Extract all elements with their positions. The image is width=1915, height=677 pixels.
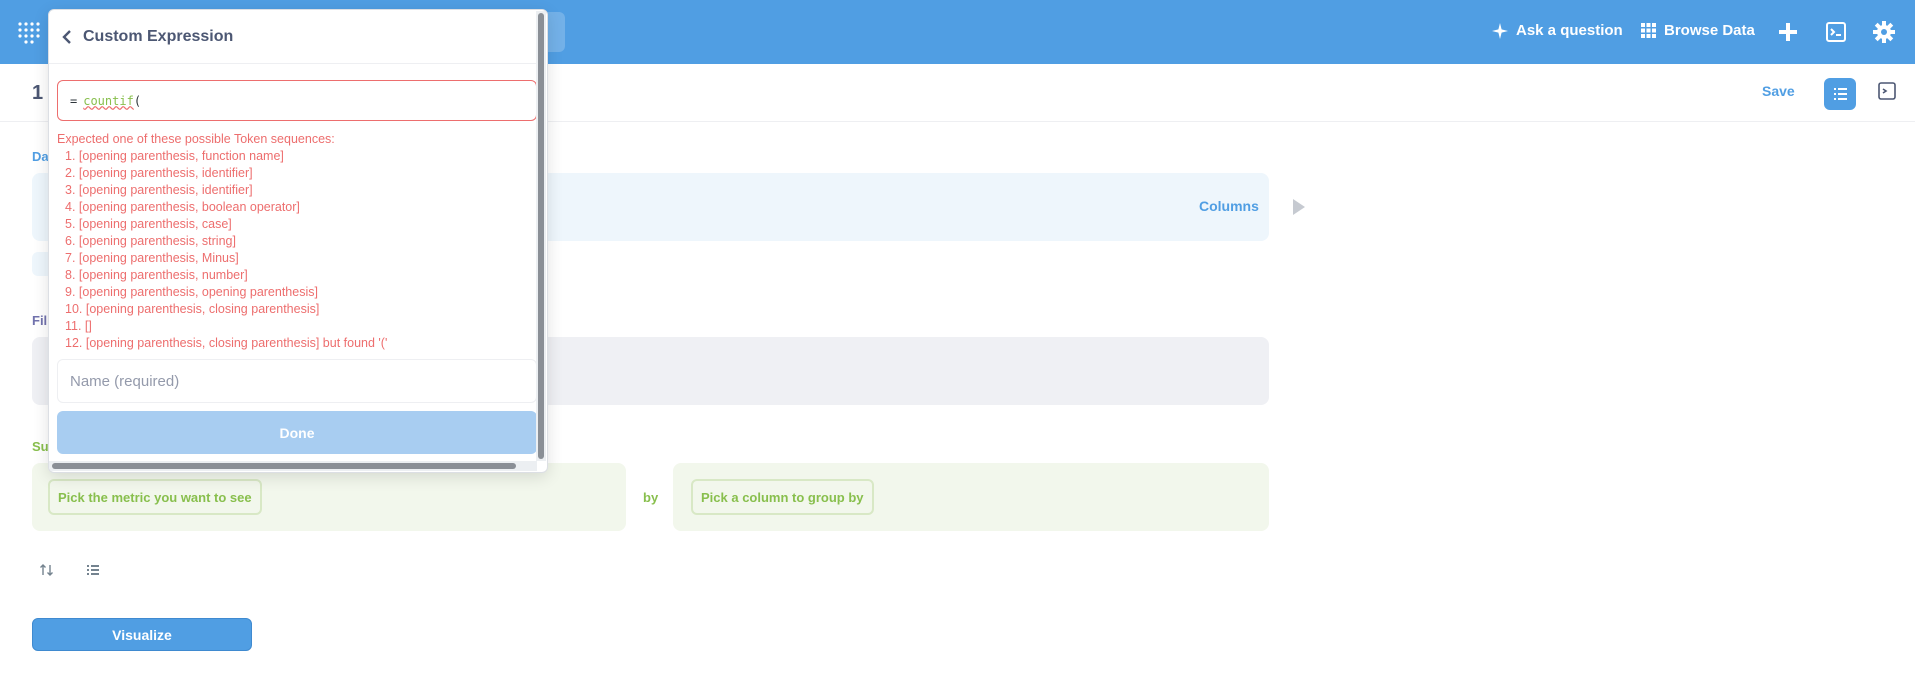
- error-item: 5. [opening parenthesis, case]: [65, 217, 232, 231]
- popover-header: Custom Expression: [49, 10, 537, 64]
- columns-button[interactable]: Columns: [1199, 198, 1259, 214]
- sql-icon[interactable]: [1824, 20, 1848, 44]
- question-title: 1: [32, 82, 44, 104]
- expression-input[interactable]: = countif (: [57, 80, 537, 121]
- browse-data-button[interactable]: Browse Data: [1641, 22, 1755, 39]
- expression-name-input[interactable]: [57, 359, 537, 403]
- vertical-scroll-thumb[interactable]: [538, 13, 544, 459]
- grid-icon: [1641, 23, 1656, 38]
- expression-function: countif: [83, 93, 134, 108]
- save-button[interactable]: Save: [1762, 83, 1795, 99]
- ask-question-label: Ask a question: [1516, 22, 1623, 39]
- horizontal-scrollbar[interactable]: [49, 461, 537, 471]
- error-item: 1. [opening parenthesis, function name]: [65, 149, 284, 163]
- play-icon[interactable]: [1293, 199, 1305, 215]
- summarize-metric-step: Pick the metric you want to see: [32, 463, 626, 531]
- expression-prefix: =: [70, 93, 78, 108]
- error-item: 6. [opening parenthesis, string]: [65, 234, 236, 248]
- expression-error-message: Expected one of these possible Token seq…: [57, 131, 387, 352]
- browse-data-label: Browse Data: [1664, 22, 1755, 39]
- error-item: 11. []: [65, 319, 92, 333]
- data-section-label: Da: [32, 149, 49, 164]
- vertical-scrollbar[interactable]: [536, 11, 546, 461]
- gear-icon[interactable]: [1872, 20, 1896, 44]
- ask-question-button[interactable]: Ask a question: [1492, 22, 1623, 39]
- error-heading: Expected one of these possible Token seq…: [57, 132, 335, 146]
- sort-icon[interactable]: [39, 562, 55, 578]
- error-item: 8. [opening parenthesis, number]: [65, 268, 248, 282]
- error-item: 9. [opening parenthesis, opening parenth…: [65, 285, 318, 299]
- expression-suffix: (: [133, 93, 142, 108]
- error-item: 2. [opening parenthesis, identifier]: [65, 166, 253, 180]
- summarize-section-label: Su: [32, 439, 49, 454]
- error-item: 10. [opening parenthesis, closing parent…: [65, 302, 320, 316]
- custom-expression-popover: Custom Expression = countif ( Expected o…: [48, 9, 548, 473]
- error-item: 4. [opening parenthesis, boolean operato…: [65, 200, 300, 214]
- pick-group-button[interactable]: Pick a column to group by: [691, 479, 874, 515]
- by-label: by: [643, 490, 659, 505]
- error-item: 12. [opening parenthesis, closing parent…: [65, 336, 388, 350]
- list-icon[interactable]: [85, 562, 101, 578]
- notebook-icon: [1834, 88, 1847, 100]
- chevron-left-icon[interactable]: [61, 29, 73, 45]
- sparkle-icon: [1492, 22, 1508, 39]
- summarize-group-step: Pick a column to group by: [673, 463, 1269, 531]
- pick-metric-button[interactable]: Pick the metric you want to see: [48, 479, 262, 515]
- notebook-toggle-button[interactable]: [1824, 78, 1856, 110]
- filter-section-label: Fil: [32, 313, 48, 328]
- error-item: 3. [opening parenthesis, identifier]: [65, 183, 253, 197]
- error-item: 7. [opening parenthesis, Minus]: [65, 251, 239, 265]
- horizontal-scroll-thumb[interactable]: [52, 463, 516, 469]
- visualize-button[interactable]: Visualize: [32, 618, 252, 651]
- popover-title: Custom Expression: [83, 27, 234, 45]
- done-button[interactable]: Done: [57, 411, 537, 454]
- view-sql-icon[interactable]: [1877, 81, 1897, 101]
- plus-icon[interactable]: [1776, 20, 1800, 44]
- metabase-logo-icon[interactable]: [18, 20, 46, 44]
- error-list: 1. [opening parenthesis, function name] …: [57, 148, 387, 352]
